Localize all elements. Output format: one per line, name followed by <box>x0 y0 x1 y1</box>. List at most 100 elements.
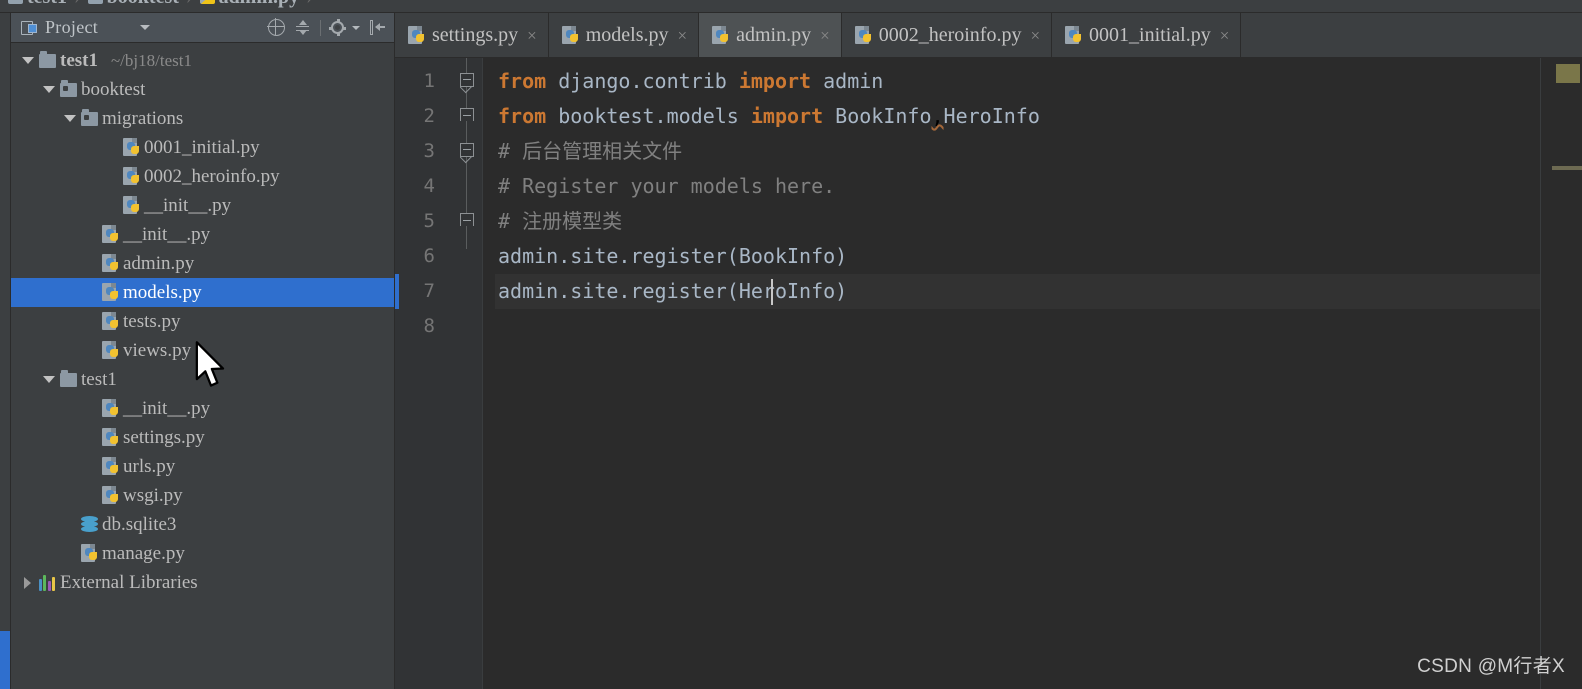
python-file-icon <box>101 312 120 331</box>
chevron-down-icon[interactable] <box>19 57 36 64</box>
editor-tab-bar[interactable]: settings.py × models.py × admin.py × 0002_hero… <box>395 13 1582 58</box>
editor-gutter[interactable]: 1 2 3 4 5 6 7 8 <box>395 58 483 689</box>
tree-item-views-py[interactable]: views.py <box>11 336 394 365</box>
database-icon <box>80 516 99 533</box>
code-token: admin.site.register(BookInfo) <box>498 244 848 268</box>
close-icon[interactable]: × <box>1220 27 1230 44</box>
breadcrumb-item-test1[interactable]: test1 <box>8 0 67 9</box>
tree-item-label: wsgi.py <box>123 484 183 506</box>
locate-icon[interactable] <box>267 18 285 36</box>
close-icon[interactable]: × <box>820 27 830 44</box>
tree-item-models-py[interactable]: models.py <box>11 278 394 307</box>
tree-item-0001-initial-py[interactable]: 0001_initial.py <box>11 133 394 162</box>
collapse-all-icon[interactable] <box>294 19 311 36</box>
editor-tab-admin-py[interactable]: admin.py × <box>699 13 842 57</box>
code-token: 注册模型类 <box>522 211 623 233</box>
code-fold-marker-end[interactable] <box>460 108 474 121</box>
code-line[interactable]: from booktest.models import BookInfo,Her… <box>495 99 1540 134</box>
tree-item-urls-py[interactable]: urls.py <box>11 452 394 481</box>
tree-item-label: views.py <box>123 339 192 361</box>
breadcrumb: test1 › booktest › admin.py › <box>0 0 1582 13</box>
code-line[interactable]: # 后台管理相关文件 <box>495 134 1540 169</box>
editor-area: settings.py × models.py × admin.py × 0002_hero… <box>395 13 1582 689</box>
code-editor[interactable]: 1 2 3 4 5 6 7 8 from django.contrib import admi… <box>395 58 1582 689</box>
code-token: HeroInfo <box>943 104 1040 128</box>
code-token: # Register your models here. <box>498 174 836 198</box>
tree-item-0002-heroinfo-py[interactable]: 0002_heroinfo.py <box>11 162 394 191</box>
close-icon[interactable]: × <box>1030 27 1040 44</box>
tree-item-admin-py[interactable]: admin.py <box>11 249 394 278</box>
tree-item-icon <box>120 167 143 186</box>
chevron-down-icon[interactable] <box>61 115 78 122</box>
tree-item-booktest[interactable]: booktest <box>11 75 394 104</box>
code-line[interactable]: admin.site.register(BookInfo) <box>495 239 1540 274</box>
python-file-icon <box>101 254 120 273</box>
hide-panel-icon[interactable] <box>369 19 386 36</box>
chevron-down-icon[interactable] <box>40 376 57 383</box>
code-fold-tip <box>460 156 474 164</box>
code-fold-marker[interactable] <box>460 73 474 87</box>
tab-label: models.py <box>585 23 669 46</box>
tree-item-wsgi-py[interactable]: wsgi.py <box>11 481 394 510</box>
code-line[interactable] <box>495 309 1540 344</box>
tree-item-db-sqlite3[interactable]: db.sqlite3 <box>11 510 394 539</box>
code-content[interactable]: from django.contrib import admin from boo… <box>483 58 1540 689</box>
editor-tab-models-py[interactable]: models.py × <box>548 13 700 57</box>
editor-tab-0002-heroinfo-py[interactable]: 0002_heroinfo.py × <box>841 13 1053 57</box>
chevron-down-icon[interactable] <box>40 86 57 93</box>
folder-icon <box>39 50 56 68</box>
warning-marker[interactable] <box>1556 64 1580 83</box>
python-file-icon <box>122 138 141 157</box>
close-icon[interactable]: × <box>678 27 688 44</box>
tree-item-label: test1 <box>60 49 98 71</box>
code-token: booktest.models <box>546 104 751 128</box>
project-tree[interactable]: test1 ~/bj18/test1 booktest migrations 0001_… <box>11 43 394 689</box>
project-panel-header: Project <box>11 13 394 43</box>
code-fold-marker[interactable] <box>460 143 474 157</box>
tree-item-icon <box>78 516 101 533</box>
breadcrumb-item-adminpy[interactable]: admin.py <box>199 0 300 9</box>
tree-item-init-py[interactable]: __init__.py <box>11 394 394 423</box>
tree-item-icon <box>36 574 59 591</box>
editor-tab-settings-py[interactable]: settings.py × <box>395 13 549 57</box>
chevron-down-icon[interactable] <box>352 25 360 30</box>
tree-item-init-py[interactable]: __init__.py <box>11 191 394 220</box>
tree-item-label: migrations <box>102 107 184 129</box>
gear-icon[interactable] <box>329 19 346 36</box>
chevron-right-icon[interactable] <box>19 576 36 589</box>
tree-item-migrations[interactable]: migrations <box>11 104 394 133</box>
close-icon[interactable]: × <box>527 27 537 44</box>
tree-item-icon <box>120 196 143 215</box>
python-file-icon <box>122 167 141 186</box>
tree-item-settings-py[interactable]: settings.py <box>11 423 394 452</box>
code-token: from <box>498 104 547 128</box>
breadcrumb-item-booktest[interactable]: booktest <box>87 0 179 9</box>
tree-item-test1[interactable]: test1 <box>11 365 394 394</box>
folder-icon <box>87 0 103 4</box>
python-file-icon <box>1065 25 1083 45</box>
breadcrumb-label: admin.py <box>219 0 300 9</box>
tree-item-tests-py[interactable]: tests.py <box>11 307 394 336</box>
source-folder-icon <box>81 108 98 126</box>
change-marker[interactable] <box>1552 166 1582 170</box>
tree-item-manage-py[interactable]: manage.py <box>11 539 394 568</box>
chevron-down-icon[interactable] <box>140 25 151 30</box>
code-line[interactable]: # Register your models here. <box>495 169 1540 204</box>
code-token: django.contrib <box>546 69 739 93</box>
tree-item-init-py[interactable]: __init__.py <box>11 220 394 249</box>
line-number: 5 <box>423 210 435 232</box>
code-line[interactable]: admin.site.register(HeroInfo) <box>495 274 1540 309</box>
tree-item-label: settings.py <box>123 426 205 448</box>
code-line[interactable]: from django.contrib import admin <box>495 64 1540 99</box>
watermark: CSDN @M行者X <box>1417 656 1565 677</box>
tree-item-icon <box>99 312 122 331</box>
code-fold-marker-end[interactable] <box>460 213 474 226</box>
editor-tab-0001-initial-py[interactable]: 0001_initial.py × <box>1052 13 1242 57</box>
python-file-icon <box>854 25 873 45</box>
line-number: 4 <box>423 175 435 197</box>
tree-item-icon <box>78 544 101 563</box>
editor-marker-bar[interactable] <box>1540 58 1582 689</box>
tree-item-external-libraries[interactable]: External Libraries <box>11 568 394 597</box>
code-line[interactable]: # 注册模型类 <box>495 204 1540 239</box>
tree-item-test1[interactable]: test1 ~/bj18/test1 <box>11 46 394 75</box>
